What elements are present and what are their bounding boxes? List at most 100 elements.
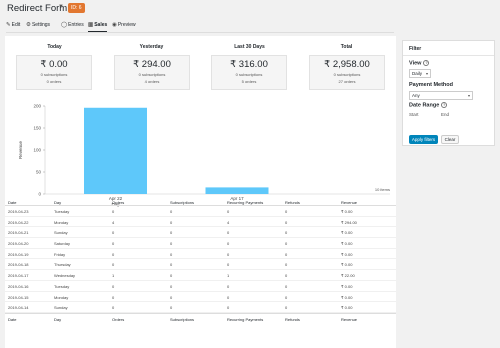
column-footer-day[interactable]: Day <box>54 317 61 322</box>
cell-revenue: ₹ 294.00 <box>341 219 357 225</box>
y-tick-label: 50 <box>36 170 42 175</box>
cell-date: 2019-04-19 <box>8 251 29 257</box>
start-date-input[interactable]: Start <box>409 112 439 120</box>
form-id-badge: ID: 6 <box>68 3 85 13</box>
table-row: 2019-04-23 Tuesday 0 0 0 0 ₹ 0.00 <box>5 206 396 217</box>
cell-recurring-payments: 1 <box>227 273 230 279</box>
cell-orders: 0 <box>112 209 115 214</box>
sales-panel: Today Yesterday Last 30 Days Total ₹ 0.0… <box>5 36 396 348</box>
table-row: 2019-04-19 Friday 0 0 0 0 ₹ 0.00 <box>5 249 396 260</box>
cell-refunds: 0 <box>285 305 288 311</box>
cell-orders: 0 <box>112 294 115 300</box>
cell-orders: 4 <box>112 219 115 225</box>
column-footer-date[interactable]: Date <box>8 317 16 322</box>
tab-edit[interactable]: ✎Edit <box>6 21 20 32</box>
sales-table: Date Day Orders Subscriptions Recurring … <box>5 197 396 322</box>
summary-subscriptions: 0 subscriptions <box>235 72 263 77</box>
payment-method-select[interactable]: Any ▾ <box>409 91 473 100</box>
clear-button[interactable]: Clear <box>441 135 459 144</box>
summary-card-total: ₹ 2,958.00 0 subscriptions 27 orders <box>309 55 385 90</box>
edit-icon: ✎ <box>6 22 11 28</box>
cell-recurring-payments: 0 <box>227 294 230 300</box>
help-icon[interactable]: ? <box>441 102 448 108</box>
column-footer-refunds[interactable]: Refunds <box>285 317 300 322</box>
y-tick-label: 150 <box>33 126 41 131</box>
column-footer-subscriptions[interactable]: Subscriptions <box>170 317 194 322</box>
summary-title-total: Total <box>340 44 353 50</box>
view-select[interactable]: Daily ▾ <box>409 69 431 78</box>
y-tick-label: 0 <box>38 192 41 197</box>
cell-subscriptions: 0 <box>170 283 173 289</box>
column-footer-orders[interactable]: Orders <box>112 317 124 322</box>
cell-orders: 0 <box>112 283 115 289</box>
cell-date: 2019-04-23 <box>8 209 29 214</box>
summary-amount: ₹ 0.00 <box>40 59 68 70</box>
cell-subscriptions: 0 <box>170 262 173 268</box>
column-header-orders[interactable]: Orders <box>112 200 124 205</box>
column-header-day[interactable]: Day <box>54 200 61 205</box>
chevron-down-icon[interactable]: ▼ <box>58 4 64 10</box>
eye-icon: ◉ <box>112 22 117 28</box>
cell-recurring-payments: 0 <box>227 305 230 311</box>
cell-day: Monday <box>54 219 69 225</box>
speech-bubble-icon: ◯ <box>61 22 68 28</box>
summary-orders: 0 orders <box>46 78 62 84</box>
tabs-divider <box>6 32 394 33</box>
end-date-input[interactable]: End <box>441 112 471 120</box>
cell-recurring-payments: 0 <box>227 241 230 247</box>
summary-title-yesterday: Yesterday <box>139 44 164 50</box>
cell-subscriptions: 0 <box>170 230 173 236</box>
cell-date: 2019-04-14 <box>8 305 29 311</box>
column-header-revenue[interactable]: Revenue <box>341 200 357 205</box>
cell-day: Thursday <box>54 262 71 268</box>
tab-entries[interactable]: ◯Entries <box>61 21 84 32</box>
tab-preview[interactable]: ◉Preview <box>112 21 136 32</box>
chevron-down-icon: ▾ <box>467 93 470 98</box>
cell-subscriptions: 0 <box>170 305 173 311</box>
column-footer-recurring-payments[interactable]: Recurring Payments <box>227 317 263 322</box>
cell-refunds: 0 <box>285 251 288 257</box>
cell-orders: 0 <box>112 230 115 236</box>
help-icon[interactable]: ? <box>423 60 430 66</box>
tab-settings[interactable]: ⚙Settings <box>26 21 50 32</box>
cell-date: 2019-04-20 <box>8 241 29 247</box>
cell-refunds: 0 <box>285 262 288 268</box>
summary-card-today: ₹ 0.00 0 subscriptions 0 orders <box>16 55 92 90</box>
y-axis-label: Revenue <box>18 140 23 159</box>
summary-orders: 4 orders <box>144 78 160 84</box>
cell-orders: 0 <box>112 241 115 247</box>
cell-day: Tuesday <box>54 283 70 289</box>
chart-bar <box>205 187 269 194</box>
filter-panel: Filter View? Daily ▾ Payment Method Any ▾ … <box>402 40 495 146</box>
y-tick-label: 100 <box>33 148 41 153</box>
column-header-subscriptions[interactable]: Subscriptions <box>170 200 194 205</box>
y-tick-label: 200 <box>33 104 41 109</box>
view-label: View? <box>409 60 430 67</box>
cell-day: Sunday <box>54 305 68 311</box>
summary-card-last-30-days: ₹ 316.00 0 subscriptions 5 orders <box>211 55 287 90</box>
payment-method-label: Payment Method <box>409 82 454 88</box>
table-footer-row: Date Day Orders Subscriptions Recurring … <box>5 312 396 322</box>
summary-subscriptions: 0 subscriptions <box>40 72 68 77</box>
chevron-down-icon: ▾ <box>425 71 428 76</box>
table-row: 2019-04-14 Sunday 0 0 0 0 ₹ 0.00 <box>5 302 396 313</box>
table-header-row: Date Day Orders Subscriptions Recurring … <box>5 197 396 206</box>
apply-filters-button[interactable]: Apply filters <box>409 135 438 144</box>
cell-date: 2019-04-21 <box>8 230 29 236</box>
table-row: 2019-04-21 Sunday 0 0 0 0 ₹ 0.00 <box>5 227 396 239</box>
cell-day: Sunday <box>54 230 68 236</box>
cell-subscriptions: 0 <box>170 294 173 300</box>
cell-recurring-payments: 0 <box>227 283 230 289</box>
table-row: 2019-04-17 Wednesday 1 0 1 0 ₹ 22.00 <box>5 270 396 281</box>
column-header-date[interactable]: Date <box>8 200 16 205</box>
table-body: 2019-04-23 Tuesday 0 0 0 0 ₹ 0.00 2019-04-22 Mon… <box>5 206 396 313</box>
column-footer-revenue[interactable]: Revenue <box>341 317 357 322</box>
items-count: 10 items <box>374 187 390 192</box>
cell-date: 2019-04-22 <box>8 219 29 225</box>
cell-revenue: ₹ 0.00 <box>341 283 353 289</box>
tab-sales[interactable]: ▥Sales <box>88 21 108 32</box>
cell-revenue: ₹ 0.00 <box>341 294 353 300</box>
column-header-recurring-payments[interactable]: Recurring Payments <box>227 200 263 205</box>
column-header-refunds[interactable]: Refunds <box>285 200 300 205</box>
cell-recurring-payments: 4 <box>227 219 230 225</box>
